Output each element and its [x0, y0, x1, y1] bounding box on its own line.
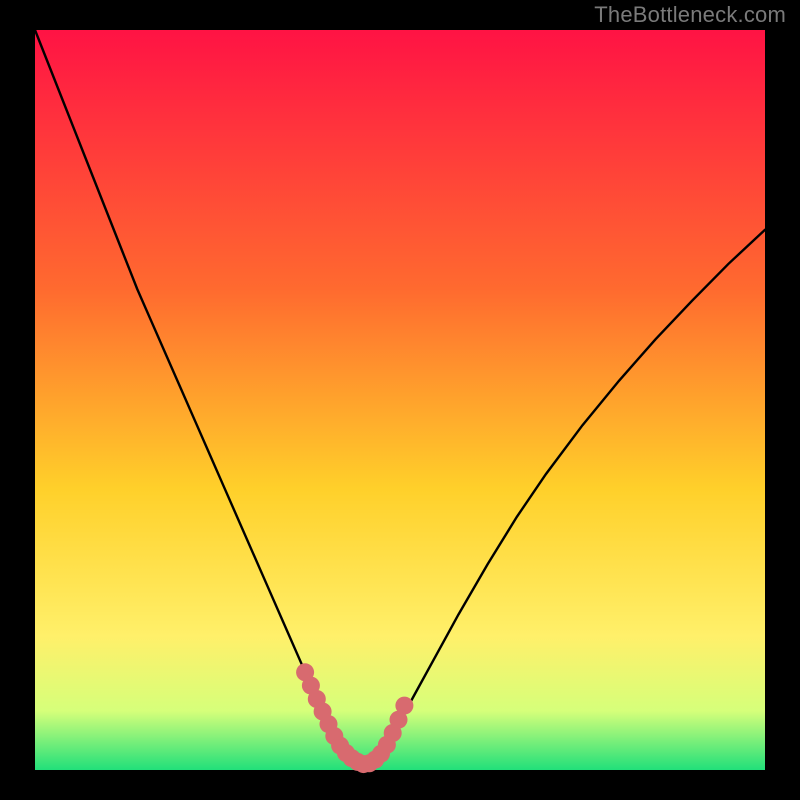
chart-stage: TheBottleneck.com: [0, 0, 800, 800]
watermark-label: TheBottleneck.com: [594, 2, 786, 28]
highlight-marker: [395, 697, 413, 715]
bottleneck-chart: [0, 0, 800, 800]
gradient-background: [35, 30, 765, 770]
